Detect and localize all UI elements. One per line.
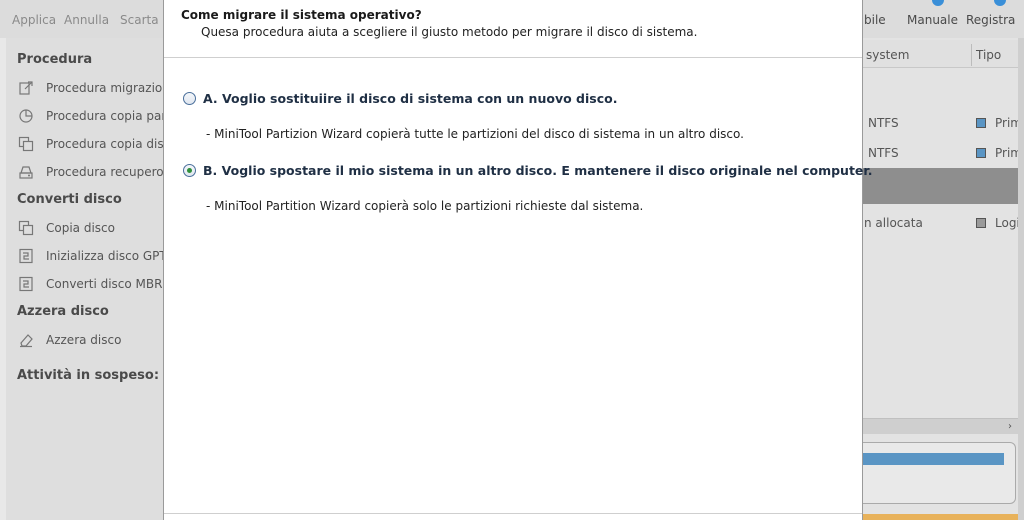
dialog-footer-divider [164,513,862,514]
option-a-radio[interactable]: A. Voglio sostituiire il disco di sistem… [183,91,617,106]
dialog-subtitle: Quesa procedura aiuta a scegliere il giu… [201,25,698,39]
option-a-label[interactable]: A. Voglio sostituiire il disco di sistem… [203,91,617,106]
row-tipo: Logi [995,216,1020,230]
panel-item-initialize-gpt[interactable]: Inizializza disco GPT [18,246,178,266]
panel-item-label: Copia disco [46,221,115,235]
vertical-scrollbar[interactable] [1018,38,1024,520]
eraser-icon [18,332,34,348]
selected-disk-row[interactable] [862,168,1018,204]
panel-item-label: Converti disco MBR in GPT [46,277,178,291]
section-azzera-heading: Azzera disco [17,304,109,319]
horizontal-scrollbar[interactable]: › [862,418,1018,434]
panel-item-convert-mbr-gpt[interactable]: Converti disco MBR in GPT [18,274,178,294]
manual-badge-icon [932,0,944,6]
option-b-description: - MiniTool Partition Wizard copierà solo… [206,199,644,213]
initialize-icon [18,248,34,264]
panel-item-label: Procedura recupero partizione [46,165,178,179]
partition-table: system Tipo NTFS Prim NTFS Prim n alloca… [862,38,1024,520]
migrate-os-dialog: Come migrare il sistema operativo? Quesa… [163,0,873,520]
panel-item-migrate-os[interactable]: Procedura migrazione [18,78,178,98]
partition-type-swatch [976,118,986,128]
panel-item-label: Procedura copia disco [46,137,178,151]
copy-disk-icon [18,220,34,236]
panel-item-copy-partition[interactable]: Procedura copia partizione [18,106,178,126]
radio-a[interactable] [183,92,196,105]
column-tipo[interactable]: Tipo [976,48,1001,62]
option-b-label[interactable]: B. Voglio spostare il mio sistema in un … [203,163,873,178]
radio-b[interactable] [183,164,196,177]
copy-partition-icon [18,108,34,124]
row-filesystem: NTFS [868,146,899,160]
panel-item-copy-disk[interactable]: Copia disco [18,218,178,238]
panel-item-recovery[interactable]: Procedura recupero partizione [18,162,178,182]
copy-disk-icon [18,136,34,152]
option-b-radio[interactable]: B. Voglio spostare il mio sistema in un … [183,163,873,178]
panel-item-wipe-disk[interactable]: Azzera disco [18,330,178,350]
option-a-description: - MiniTool Partizion Wizard copierà tutt… [206,127,744,141]
dialog-header: Come migrare il sistema operativo? Quesa… [164,0,862,58]
register-button[interactable]: Registra [966,13,1015,27]
disk-map-card[interactable] [862,442,1016,504]
section-converti-heading: Converti disco [17,192,122,207]
panel-item-label: Inizializza disco GPT [46,249,167,263]
panel-item-label: Procedura migrazione [46,81,178,95]
partition-type-swatch [976,148,986,158]
recovery-icon [18,164,34,180]
disk-map-strip [862,514,1024,520]
action-panel: Procedura Procedura migrazione Procedura… [6,38,178,520]
manual-button[interactable]: Manuale [907,13,958,27]
row-filesystem: n allocata [864,216,923,230]
migrate-icon [18,80,34,96]
pending-operations: Attività in sospeso: 0 [17,368,173,383]
partition-type-swatch [976,218,986,228]
scroll-right-arrow-icon[interactable]: › [1002,419,1018,435]
bootable-media-button[interactable]: bile [864,13,886,27]
register-badge-icon [994,0,1006,6]
panel-item-label: Azzera disco [46,333,122,347]
table-header: system Tipo [862,40,1024,68]
section-procedura-heading: Procedura [17,52,93,67]
convert-icon [18,276,34,292]
dialog-title: Come migrare il sistema operativo? [181,8,422,22]
undo-button[interactable]: Annulla [64,13,109,27]
panel-item-label: Procedura copia partizione [46,109,178,123]
panel-item-copy-disk-wizard[interactable]: Procedura copia disco [18,134,178,154]
column-divider[interactable] [971,44,972,66]
discard-button[interactable]: Scarta [120,13,159,27]
partition-usage-bar [862,453,1004,465]
apply-button[interactable]: Applica [12,13,56,27]
column-filesystem[interactable]: system [866,48,909,62]
row-filesystem: NTFS [868,116,899,130]
